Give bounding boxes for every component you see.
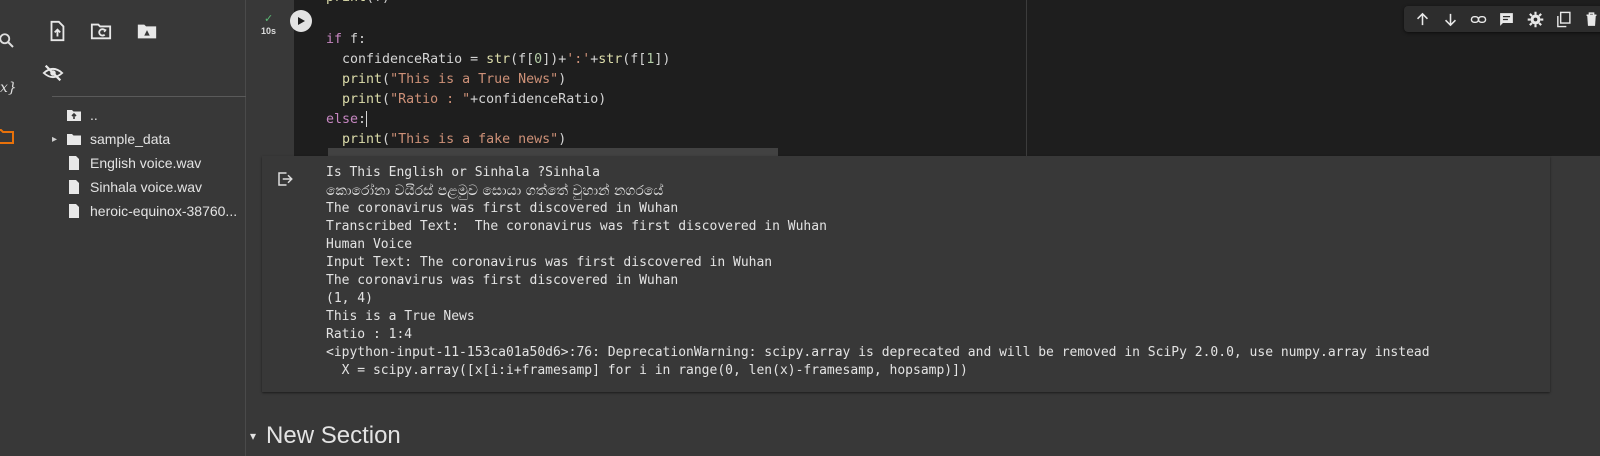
output-line: (1, 4) <box>326 291 373 306</box>
move-down-icon[interactable] <box>1439 8 1461 30</box>
tree-item-label: heroic-equinox-38760... <box>90 203 238 219</box>
tree-item-label: Sinhala voice.wav <box>90 179 203 195</box>
output-line: This is a True News <box>326 309 475 324</box>
code-line: print("Ratio : "+confidenceRatio) <box>342 92 607 107</box>
notebook-main: ✓ 10s print(f) if f: confidenceRatio = s… <box>246 0 1600 456</box>
play-icon <box>298 17 305 25</box>
folder-icon <box>66 130 82 148</box>
hide-files-icon[interactable] <box>42 62 66 86</box>
move-up-icon[interactable] <box>1411 8 1433 30</box>
code-line: print("This is a True News") <box>342 72 567 87</box>
tree-item-parent[interactable]: .. <box>52 104 98 126</box>
refresh-folder-icon[interactable] <box>90 20 114 44</box>
output-line: The coronavirus was first discovered in … <box>326 201 679 216</box>
execution-success-icon: ✓ <box>264 13 274 25</box>
file-icon <box>66 178 82 196</box>
output-line: Input Text: The coronavirus was first di… <box>326 255 773 270</box>
section-header[interactable]: ▾ New Section <box>250 422 401 450</box>
execution-time: 10s <box>261 26 277 36</box>
section-title: New Section <box>266 422 401 449</box>
variables-icon[interactable]: x} <box>0 80 17 96</box>
folder-icon[interactable] <box>0 128 14 149</box>
delete-icon[interactable] <box>1581 8 1600 30</box>
tree-item-sample-data[interactable]: ▸ sample_data <box>52 128 170 150</box>
tree-item-sinhala-voice[interactable]: Sinhala voice.wav <box>52 176 202 198</box>
search-icon[interactable] <box>0 32 16 55</box>
code-editor[interactable]: print(f) if f: confidenceRatio = str(f[0… <box>326 0 1600 156</box>
output-line: Human Voice <box>326 237 413 252</box>
tree-item-heroic-equinox[interactable]: heroic-equinox-38760... <box>52 200 237 222</box>
output-line: X = scipy.array([x[i:i+framesamp] for i … <box>326 363 968 378</box>
link-icon[interactable] <box>1468 8 1490 30</box>
code-line: print(f) <box>326 0 390 8</box>
upload-file-icon[interactable] <box>46 20 70 44</box>
line-length-ruler <box>1026 0 1027 156</box>
tree-item-label: sample_data <box>90 131 171 147</box>
output-line: Transcribed Text: The coronavirus was fi… <box>326 219 827 234</box>
output-line: කොරෝනා වයිරස් පළමුව සොයා ගත්තේ වුහාන් නග… <box>326 183 664 199</box>
code-line: print("This is a fake news") <box>342 132 567 147</box>
output-line: <ipython-input-11-153ca01a50d6>:76: Depr… <box>326 345 1430 360</box>
code-line: else: <box>326 111 368 127</box>
cell-toolbar <box>1404 6 1600 32</box>
variables-icon-label: x} <box>0 80 17 96</box>
left-rail: x} <box>0 0 22 456</box>
mirror-cell-icon[interactable] <box>1552 8 1574 30</box>
cell-gutter: ✓ 10s <box>261 0 294 156</box>
horizontal-scrollbar[interactable] <box>328 148 778 156</box>
chevron-down-icon[interactable]: ▾ <box>250 429 256 443</box>
settings-icon[interactable] <box>1524 8 1546 30</box>
tree-item-english-voice[interactable]: English voice.wav <box>52 152 201 174</box>
file-icon <box>66 202 82 220</box>
folder-up-icon <box>66 106 82 124</box>
code-line: confidenceRatio = str(f[0])+':'+str(f[1]… <box>326 52 671 67</box>
sidebar-divider <box>52 96 248 97</box>
comment-icon[interactable] <box>1496 8 1518 30</box>
chevron-right-icon[interactable]: ▸ <box>52 134 66 145</box>
output-line: The coronavirus was first discovered in … <box>326 273 679 288</box>
cell-output: Is This English or Sinhala ?Sinhala කොරෝ… <box>262 156 1550 392</box>
tree-item-label: .. <box>90 107 98 123</box>
text-cursor <box>366 111 368 127</box>
run-cell-button[interactable] <box>290 10 312 32</box>
code-cell[interactable]: ✓ 10s print(f) if f: confidenceRatio = s… <box>261 0 1600 156</box>
output-text: Is This English or Sinhala ?Sinhala කොරෝ… <box>326 164 1430 380</box>
code-line: if f: <box>326 32 367 47</box>
output-redirect-icon[interactable] <box>276 170 294 188</box>
mount-drive-icon[interactable] <box>136 20 160 44</box>
tree-item-label: English voice.wav <box>90 155 202 171</box>
output-line: Is This English or Sinhala ?Sinhala <box>326 165 600 180</box>
file-icon <box>66 154 82 172</box>
files-sidebar: .. ▸ sample_data English voice.wav Sinha… <box>22 0 248 456</box>
output-line: Ratio : 1:4 <box>326 327 413 342</box>
